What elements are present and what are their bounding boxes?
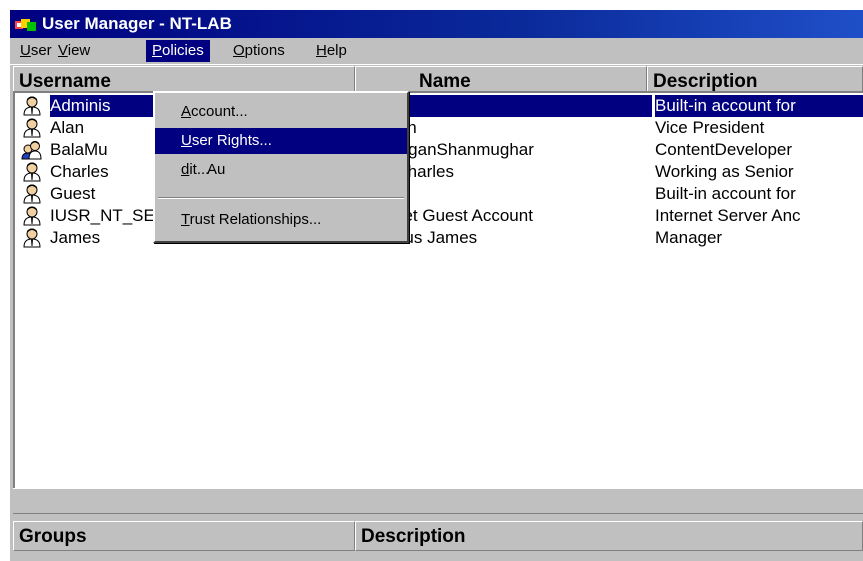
description-cell: Manager <box>655 228 723 247</box>
user-icon <box>21 228 43 248</box>
description-cell: Working as Senior <box>655 162 794 181</box>
menu-options[interactable]: Options <box>227 40 291 62</box>
column-header-groups[interactable]: Groups <box>13 521 355 551</box>
menu-separator <box>158 197 404 199</box>
menu-item-trust-relationships[interactable]: Trust Relationships... <box>155 207 407 233</box>
table-row-administrator[interactable]: Adminis Built-in account for <box>15 94 863 118</box>
policies-menu: Account... User Rights... Au dit... Trust… <box>153 91 409 243</box>
table-row-charles[interactable]: Charles r Charles Working as Senior <box>15 161 863 183</box>
user-icon <box>21 206 43 226</box>
table-row-james[interactable]: James Neihaus James Manager <box>15 227 863 249</box>
user-icon <box>21 118 43 138</box>
user-icon <box>21 162 43 182</box>
menu-item-user-rights[interactable]: User Rights... <box>155 128 407 154</box>
menu-item-account[interactable]: Account... <box>155 99 407 125</box>
user-icon <box>21 184 43 204</box>
pane-splitter[interactable] <box>13 488 863 514</box>
table-row-iusr-nt-server2[interactable]: IUSR_NT_SERVER2 Internet Guest Account I… <box>15 205 863 227</box>
menu-help[interactable]: Help <box>310 40 353 62</box>
description-cell: ContentDeveloper <box>655 140 793 159</box>
description-cell: Built-in account for <box>655 95 863 117</box>
menu-policies[interactable]: Policies <box>146 40 210 62</box>
table-row-alan[interactable]: Alan go Alan Vice President <box>15 117 863 139</box>
menu-bar: User View Policies Options Help <box>10 38 863 65</box>
users-list[interactable]: Adminis Built-in account for Alan go Ala… <box>13 91 863 488</box>
menu-view[interactable]: View <box>52 40 96 62</box>
table-row-guest[interactable]: Guest Built-in account for <box>15 183 863 205</box>
user-group-icon <box>21 140 43 160</box>
description-cell: Vice President <box>655 118 765 137</box>
description-cell: Built-in account for <box>655 184 796 203</box>
menu-item-audit[interactable]: Au dit... <box>155 157 407 183</box>
title-bar[interactable]: User Manager - NT-LAB <box>10 10 863 38</box>
user-manager-window: User Manager - NT-LAB User View Policies… <box>10 10 863 561</box>
window-title: User Manager - NT-LAB <box>42 14 232 33</box>
table-row-balamurugan[interactable]: BalaMu aMuruganShanmughar ContentDevelop… <box>15 139 863 161</box>
description-cell: Internet Server Anc <box>655 206 801 225</box>
column-header-group-description[interactable]: Description <box>355 521 863 551</box>
user-icon <box>21 96 43 116</box>
user-manager-icon <box>15 17 43 31</box>
